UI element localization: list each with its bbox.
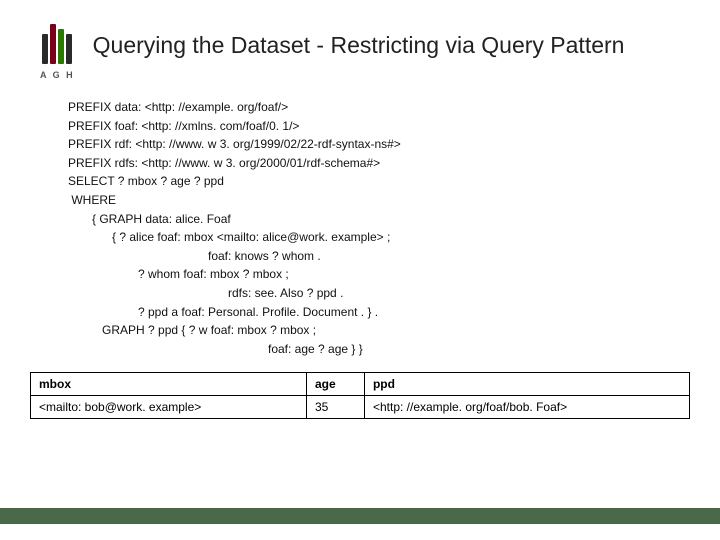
code-line: WHERE: [68, 191, 665, 210]
agh-logo: A G H: [40, 20, 75, 80]
footer-divider: [0, 508, 720, 524]
code-line: { ? alice foaf: mbox <mailto: alice@work…: [68, 228, 665, 247]
cell-age: 35: [306, 396, 364, 419]
code-line: foaf: age ? age } }: [68, 340, 665, 359]
col-age: age: [306, 373, 364, 396]
code-line: PREFIX data: <http: //example. org/foaf/…: [68, 98, 665, 117]
code-line: foaf: knows ? whom .: [68, 247, 665, 266]
code-line: PREFIX rdfs: <http: //www. w 3. org/2000…: [68, 154, 665, 173]
cell-mbox: <mailto: bob@work. example>: [31, 396, 307, 419]
slide-header: A G H Querying the Dataset - Restricting…: [0, 0, 720, 80]
code-line: rdfs: see. Also ? ppd .: [68, 284, 665, 303]
cell-ppd: <http: //example. org/foaf/bob. Foaf>: [364, 396, 689, 419]
sparql-query-block: PREFIX data: <http: //example. org/foaf/…: [68, 98, 665, 358]
results-table: mbox age ppd <mailto: bob@work. example>…: [30, 372, 690, 419]
col-ppd: ppd: [364, 373, 689, 396]
code-line: { GRAPH data: alice. Foaf: [68, 210, 665, 229]
code-line: GRAPH ? ppd { ? w foaf: mbox ? mbox ;: [68, 321, 665, 340]
table-header-row: mbox age ppd: [31, 373, 690, 396]
code-line: PREFIX foaf: <http: //xmlns. com/foaf/0.…: [68, 117, 665, 136]
logo-text: A G H: [40, 70, 75, 80]
table-row: <mailto: bob@work. example> 35 <http: //…: [31, 396, 690, 419]
code-line: SELECT ? mbox ? age ? ppd: [68, 172, 665, 191]
slide-title: Querying the Dataset - Restricting via Q…: [93, 20, 625, 61]
code-line: ? ppd a foaf: Personal. Profile. Documen…: [68, 303, 665, 322]
code-line: PREFIX rdf: <http: //www. w 3. org/1999/…: [68, 135, 665, 154]
code-line: ? whom foaf: mbox ? mbox ;: [68, 265, 665, 284]
col-mbox: mbox: [31, 373, 307, 396]
logo-bars-icon: [42, 24, 72, 64]
